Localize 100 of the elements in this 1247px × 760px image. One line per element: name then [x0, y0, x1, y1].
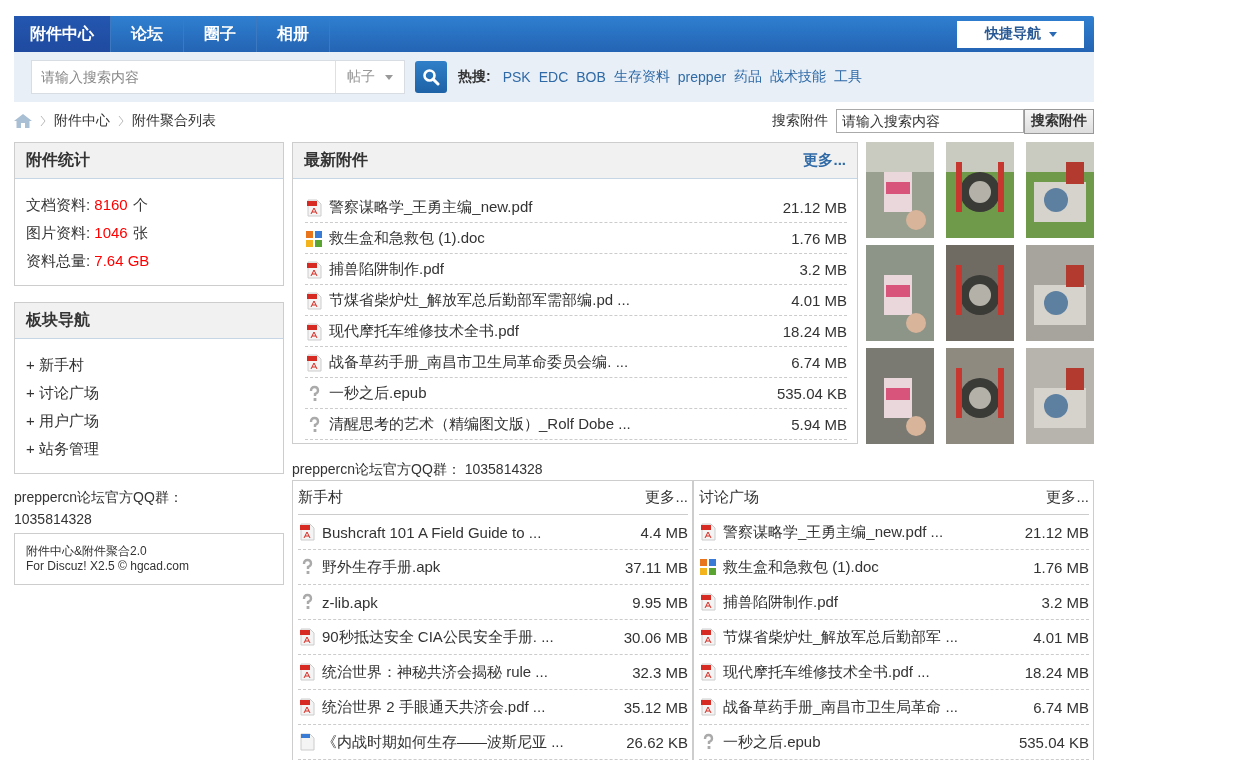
pdf-file-icon	[305, 198, 323, 217]
nav-tab[interactable]: 附件中心	[14, 16, 111, 52]
attachment-link[interactable]: 清醒思考的艺术（精编图文版）_Rolf Dobe ...	[329, 415, 786, 434]
file-size: 535.04 KB	[1018, 733, 1089, 751]
hot-search-link[interactable]: PSK	[502, 69, 531, 85]
panel-title: 新手村	[298, 488, 343, 507]
attachment-link[interactable]: 《内战时期如何生存——波斯尼亚 ...	[322, 732, 621, 752]
pdf-file-icon	[699, 628, 717, 646]
more-link[interactable]: 更多...	[803, 151, 846, 170]
attachment-link[interactable]: 捕兽陷阱制作.pdf	[329, 260, 794, 279]
file-size: 5.94 MB	[791, 416, 847, 433]
pdf-file-icon	[699, 523, 717, 541]
file-size: 3.2 MB	[799, 261, 847, 278]
file-size: 4.01 MB	[1033, 628, 1089, 646]
board-link[interactable]: + 站务管理	[26, 435, 272, 463]
file-size: 21.12 MB	[782, 199, 847, 216]
file-size: 4.01 MB	[791, 292, 847, 309]
hot-search-link[interactable]: 药品	[734, 68, 763, 86]
pdf-file-icon	[298, 628, 316, 646]
file-size: 6.74 MB	[1033, 698, 1089, 716]
office-file-icon	[305, 229, 323, 248]
pdf-file-icon	[298, 523, 316, 541]
more-link[interactable]: 更多...	[1046, 488, 1089, 507]
breadcrumb-link[interactable]: 附件聚合列表	[132, 112, 216, 130]
attachment-link[interactable]: 一秒之后.epub	[329, 384, 771, 403]
attachment-link[interactable]: 救生盒和急救包 (1).doc	[723, 557, 1028, 577]
attachment-link[interactable]: 现代摩托车维修技术全书.pdf ...	[723, 662, 1019, 682]
file-size: 1.76 MB	[791, 230, 847, 247]
attachment-link[interactable]: 野外生存手册.apk	[322, 557, 619, 577]
credit-text: 附件中心&附件聚合2.0	[26, 544, 148, 559]
file-size: 535.04 KB	[776, 385, 847, 402]
file-size: 3.2 MB	[1041, 593, 1089, 611]
hot-search-link[interactable]: prepper	[677, 69, 727, 85]
attachment-link[interactable]: 一秒之后.epub	[723, 732, 1013, 752]
file-size: 4.4 MB	[640, 523, 688, 541]
attachment-link[interactable]: 统治世界：神秘共济会揭秘 rule ...	[322, 662, 627, 682]
hot-search-link[interactable]: 生存资料	[613, 68, 670, 86]
pdf-file-icon	[305, 322, 323, 341]
attachment-search-field[interactable]: 请输入搜索内容	[836, 109, 1024, 133]
hot-search-label: 热搜:	[458, 68, 491, 86]
attachment-search-label: 搜索附件	[772, 112, 828, 130]
pdf-file-icon	[699, 698, 717, 716]
search-button[interactable]	[415, 61, 447, 93]
attachment-link[interactable]: Bushcraft 101 A Field Guide to ...	[322, 523, 635, 541]
attachment-link[interactable]: 捕兽陷阱制作.pdf	[723, 592, 1036, 612]
pdf-file-icon	[305, 260, 323, 279]
chevron-icon	[118, 115, 124, 127]
panel-title: 板块导航	[26, 310, 90, 330]
stat-line: 资料总量: 7.64 GB	[26, 251, 151, 271]
file-size: 35.12 MB	[623, 698, 688, 716]
quick-nav-button[interactable]: 快捷导航	[957, 20, 1084, 48]
file-size: 30.06 MB	[623, 628, 688, 646]
attachment-link[interactable]: 战备草药手册_南昌市卫生局革命委员会编. ...	[329, 353, 786, 372]
file-size: 6.74 MB	[791, 354, 847, 371]
panel-title: 最新附件	[304, 150, 368, 170]
office-file-icon	[699, 558, 717, 576]
attachment-search-button[interactable]: 搜索附件	[1024, 108, 1094, 134]
caret-icon	[1048, 31, 1057, 37]
document-icon	[298, 733, 316, 751]
credit-text: For Discuz! X2.5 © hgcad.com	[26, 559, 190, 574]
board-link[interactable]: + 新手村	[26, 351, 272, 379]
hot-search-link[interactable]: 战术技能	[770, 68, 827, 86]
panel-title: 讨论广场	[699, 488, 759, 507]
attachment-link[interactable]: 节煤省柴炉灶_解放军总后勤部军 ...	[723, 627, 1028, 647]
file-size: 18.24 MB	[1024, 663, 1089, 681]
pdf-file-icon	[699, 593, 717, 611]
attachment-link[interactable]: 统治世界 2 手眼通天共济会.pdf ...	[322, 697, 618, 717]
stat-line: 文档资料: 8160 个	[26, 195, 149, 215]
attachment-link[interactable]: 警察谋略学_王勇主编_new.pdf ...	[723, 522, 1019, 542]
qq-group-text: preppercn论坛官方QQ群： 1035814328	[292, 460, 544, 478]
file-size: 21.12 MB	[1024, 523, 1089, 541]
attachment-link[interactable]: 战备草药手册_南昌市卫生局革命 ...	[723, 697, 1028, 717]
search-icon	[422, 68, 440, 86]
file-size: 26.62 KB	[626, 733, 688, 751]
breadcrumb-link[interactable]: 附件中心	[54, 112, 110, 130]
hot-search-link[interactable]: 工具	[834, 68, 863, 86]
attachment-link[interactable]: 现代摩托车维修技术全书.pdf	[329, 322, 777, 341]
hot-search-link[interactable]: BOB	[576, 69, 606, 85]
attachment-link[interactable]: 救生盒和急救包 (1).doc	[329, 229, 786, 248]
attachment-link[interactable]: 90秒抵达安全 CIA公民安全手册. ...	[322, 627, 618, 647]
pdf-file-icon	[305, 291, 323, 310]
file-size: 32.3 MB	[632, 663, 688, 681]
hot-search-link[interactable]: EDC	[538, 69, 569, 85]
more-link[interactable]: 更多...	[645, 488, 688, 507]
attachment-link[interactable]: 警察谋略学_王勇主编_new.pdf	[329, 198, 777, 217]
attachment-link[interactable]: 节煤省柴炉灶_解放军总后勤部军需部编.pd ...	[329, 291, 786, 310]
pdf-file-icon	[305, 353, 323, 372]
qq-group-text: 1035814328	[14, 510, 93, 529]
file-size: 18.24 MB	[782, 323, 847, 340]
pdf-file-icon	[298, 698, 316, 716]
panel-title: 附件统计	[26, 150, 90, 170]
pdf-file-icon	[699, 663, 717, 681]
file-size: 9.95 MB	[632, 593, 688, 611]
file-size: 1.76 MB	[1033, 558, 1089, 576]
file-size: 37.11 MB	[624, 558, 688, 576]
qq-group-text: preppercn论坛官方QQ群：	[14, 488, 184, 507]
attachment-link[interactable]: z-lib.apk	[322, 593, 627, 611]
board-link[interactable]: + 用户广场	[26, 407, 272, 435]
board-link[interactable]: + 讨论广场	[26, 379, 272, 407]
stat-line: 图片资料: 1046 张	[26, 223, 149, 243]
